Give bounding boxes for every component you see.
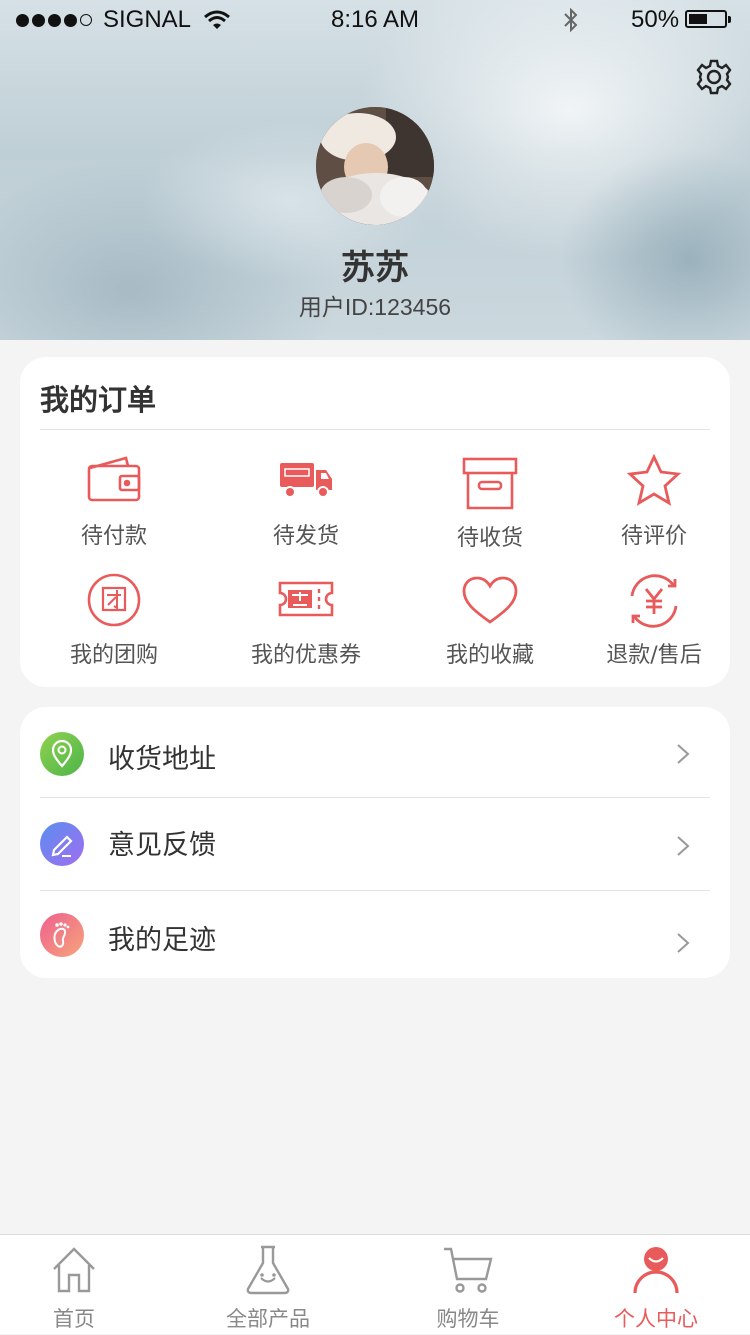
battery-icon [685, 10, 731, 28]
my-coupons[interactable]: 我的优惠券 [221, 569, 391, 669]
order-item-label: 待评价 [620, 524, 687, 549]
menu-card: 收货地址 意见反馈 我的足迹 [20, 707, 730, 978]
tab-bar: 首页 全部产品 购物车 个人中心 [0, 1234, 750, 1334]
tab-all-products[interactable]: 全部产品 [198, 1235, 338, 1335]
heart-icon [462, 576, 518, 624]
star-icon [626, 454, 682, 506]
flask-icon [246, 1245, 290, 1295]
order-item-label: 我的收藏 [445, 643, 534, 668]
order-item-label: 退款/售后 [606, 643, 702, 668]
refund-after-sales[interactable]: 退款/售后 [569, 569, 739, 669]
menu-label: 收货地址 [108, 744, 216, 775]
gear-icon[interactable] [695, 58, 733, 96]
chevron-right-icon [677, 933, 690, 953]
tab-label: 个人中心 [614, 1307, 698, 1331]
status-bar: SIGNAL 8:16 AM 50% [0, 0, 750, 40]
orders-title: 我的订单 [40, 383, 157, 417]
coupon-icon [278, 581, 334, 617]
menu-feedback[interactable]: 意见反馈 [20, 799, 730, 889]
avatar-photo [316, 107, 434, 225]
tab-label: 全部产品 [226, 1307, 310, 1331]
footprint-icon [40, 913, 84, 957]
location-icon [40, 732, 84, 776]
order-item-label: 待付款 [80, 524, 147, 549]
home-icon [53, 1247, 95, 1293]
my-group-buy[interactable]: 我的团购 [29, 569, 199, 669]
group-buy-icon [87, 573, 141, 627]
chevron-right-icon [677, 744, 690, 764]
menu-divider [40, 797, 710, 798]
cart-icon [444, 1247, 493, 1293]
tab-label: 首页 [53, 1307, 95, 1331]
tab-cart[interactable]: 购物车 [398, 1235, 538, 1335]
box-icon [462, 457, 518, 510]
pencil-icon [40, 822, 84, 866]
tab-home[interactable]: 首页 [4, 1235, 144, 1335]
person-icon [633, 1247, 679, 1294]
bluetooth-icon [564, 7, 578, 33]
order-pending-payment[interactable]: 待付款 [29, 452, 199, 552]
order-pending-shipment[interactable]: 待发货 [221, 452, 391, 552]
orders-card: 我的订单 待付款 待发货 待收货 待评价 我的团购 我的优惠券 我的收藏 退款/… [20, 357, 730, 687]
battery-percent: 50% [631, 6, 680, 33]
chevron-right-icon [677, 836, 690, 856]
wallet-icon [87, 456, 141, 502]
tab-profile[interactable]: 个人中心 [586, 1235, 726, 1335]
order-pending-receipt[interactable]: 待收货 [405, 452, 575, 552]
order-item-label: 我的优惠券 [250, 643, 361, 668]
order-item-label: 我的团购 [69, 643, 158, 668]
order-item-label: 待收货 [456, 526, 523, 551]
avatar[interactable] [316, 107, 434, 225]
menu-shipping-address[interactable]: 收货地址 [20, 709, 730, 799]
orders-divider [40, 429, 710, 430]
menu-footprints[interactable]: 我的足迹 [20, 890, 730, 980]
menu-label: 意见反馈 [108, 830, 216, 861]
user-name: 苏苏 [341, 248, 409, 288]
profile-header: SIGNAL 8:16 AM 50% 苏苏 用户ID:123456 [0, 0, 750, 340]
tab-label: 购物车 [436, 1307, 500, 1331]
order-pending-review[interactable]: 待评价 [569, 452, 739, 552]
my-favorites[interactable]: 我的收藏 [405, 569, 575, 669]
order-item-label: 待发货 [272, 524, 339, 549]
refund-icon [630, 574, 678, 628]
truck-icon [280, 463, 332, 498]
menu-label: 我的足迹 [108, 925, 216, 956]
user-id: 用户ID:123456 [298, 294, 452, 320]
